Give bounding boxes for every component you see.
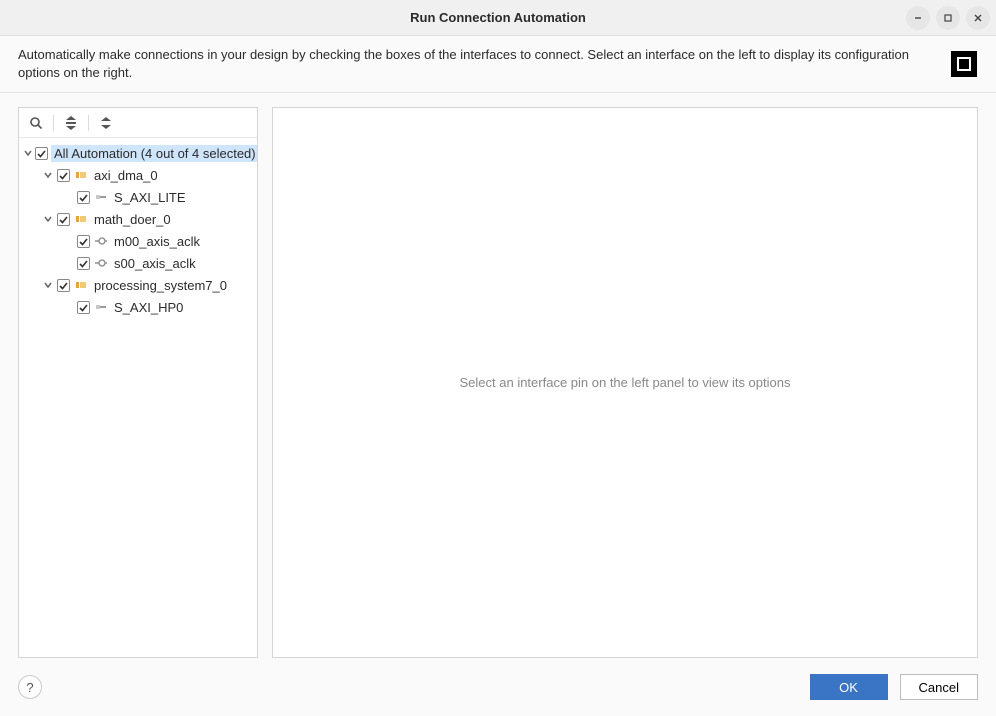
maximize-button[interactable]: [936, 6, 960, 30]
chevron-down-icon[interactable]: [23, 148, 33, 158]
ip-block-icon: [74, 278, 88, 292]
minimize-button[interactable]: [906, 6, 930, 30]
window-title: Run Connection Automation: [410, 10, 586, 25]
clock-pin-icon: [94, 234, 108, 248]
header-description: Automatically make connections in your d…: [18, 46, 938, 82]
tree-row[interactable]: axi_dma_0: [19, 164, 257, 186]
header: Automatically make connections in your d…: [0, 36, 996, 93]
checkbox[interactable]: [77, 301, 90, 314]
search-icon[interactable]: [25, 112, 47, 134]
ip-block-icon: [74, 212, 88, 226]
checkbox[interactable]: [57, 279, 70, 292]
checkbox[interactable]: [57, 169, 70, 182]
checkbox[interactable]: [77, 257, 90, 270]
expand-all-icon[interactable]: [95, 112, 117, 134]
toolbar-separator: [53, 115, 54, 131]
interface-tree[interactable]: All Automation (4 out of 4 selected) axi_…: [19, 138, 257, 657]
tree-row[interactable]: m00_axis_aclk: [19, 230, 257, 252]
tree-panel: All Automation (4 out of 4 selected) axi_…: [18, 107, 258, 658]
toolbar-separator: [88, 115, 89, 131]
titlebar: Run Connection Automation: [0, 0, 996, 36]
tree-leaf-label: S_AXI_HP0: [111, 299, 186, 316]
options-placeholder: Select an interface pin on the left pane…: [460, 375, 791, 390]
chevron-down-icon[interactable]: [41, 280, 55, 290]
tree-toolbar: [19, 108, 257, 138]
help-button[interactable]: ?: [18, 675, 42, 699]
footer: ? OK Cancel: [0, 668, 996, 716]
tree-row[interactable]: S_AXI_HP0: [19, 296, 257, 318]
tree-row[interactable]: processing_system7_0: [19, 274, 257, 296]
tree-row[interactable]: s00_axis_aclk: [19, 252, 257, 274]
interface-pin-icon: [94, 300, 108, 314]
checkbox[interactable]: [77, 235, 90, 248]
amd-logo-icon: [950, 50, 978, 78]
close-button[interactable]: [966, 6, 990, 30]
interface-pin-icon: [94, 190, 108, 204]
collapse-all-icon[interactable]: [60, 112, 82, 134]
checkbox[interactable]: [35, 147, 48, 160]
chevron-down-icon[interactable]: [41, 214, 55, 224]
tree-root-label: All Automation (4 out of 4 selected): [51, 145, 257, 162]
tree-leaf-label: m00_axis_aclk: [111, 233, 203, 250]
checkbox[interactable]: [57, 213, 70, 226]
tree-row[interactable]: All Automation (4 out of 4 selected): [19, 142, 257, 164]
ip-block-icon: [74, 168, 88, 182]
tree-node-label: processing_system7_0: [91, 277, 230, 294]
checkbox[interactable]: [77, 191, 90, 204]
options-panel: Select an interface pin on the left pane…: [272, 107, 978, 658]
tree-row[interactable]: math_doer_0: [19, 208, 257, 230]
clock-pin-icon: [94, 256, 108, 270]
window-controls: [906, 6, 990, 30]
chevron-down-icon[interactable]: [41, 170, 55, 180]
tree-leaf-label: s00_axis_aclk: [111, 255, 199, 272]
ok-button[interactable]: OK: [810, 674, 888, 700]
tree-node-label: axi_dma_0: [91, 167, 161, 184]
tree-node-label: math_doer_0: [91, 211, 174, 228]
body: All Automation (4 out of 4 selected) axi_…: [0, 93, 996, 668]
tree-row[interactable]: S_AXI_LITE: [19, 186, 257, 208]
tree-leaf-label: S_AXI_LITE: [111, 189, 189, 206]
cancel-button[interactable]: Cancel: [900, 674, 978, 700]
